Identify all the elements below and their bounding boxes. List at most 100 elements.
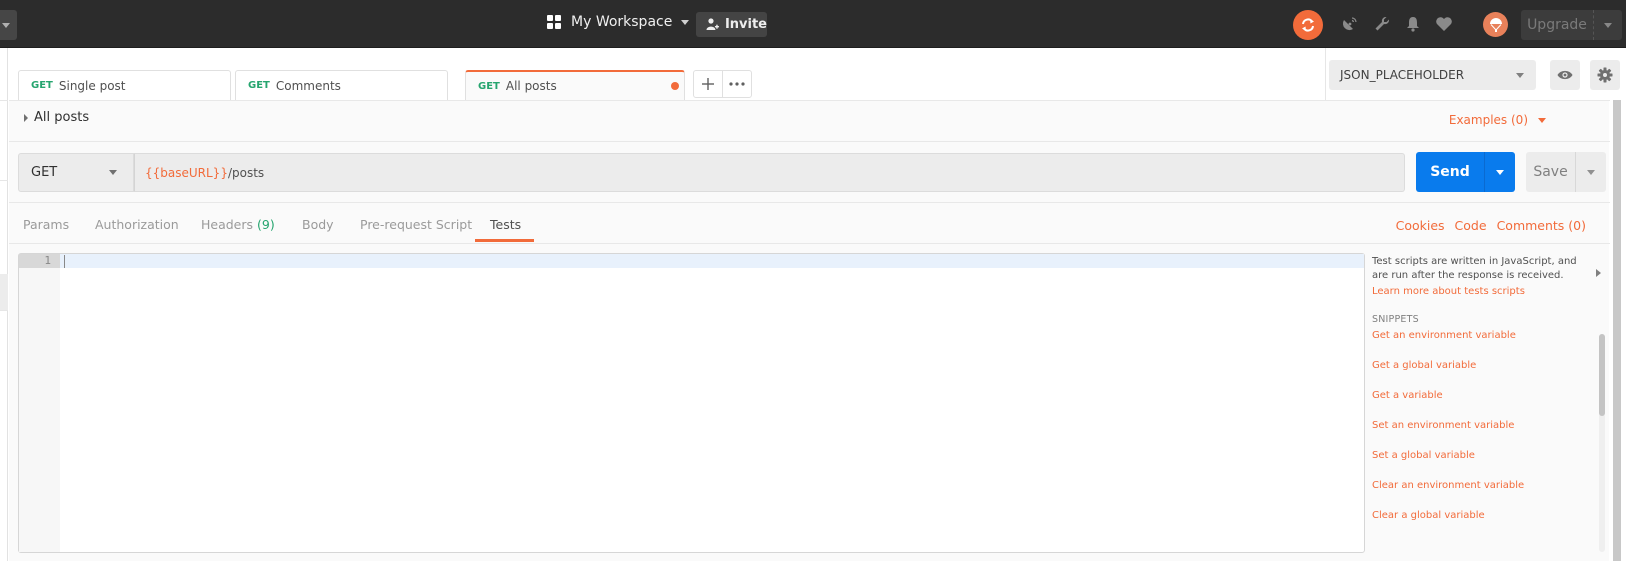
tab-single-post[interactable]: GET Single post (18, 70, 231, 100)
code-link[interactable]: Code (1455, 218, 1487, 233)
bell-icon (1407, 17, 1419, 32)
method-select[interactable]: GET (18, 153, 134, 192)
snippet-item[interactable]: Set an environment variable (1372, 411, 1592, 441)
save-button[interactable]: Save (1526, 152, 1606, 192)
examples-label: Examples (0) (1448, 113, 1528, 127)
upgrade-dropdown-button[interactable] (1594, 10, 1622, 40)
request-name-toggle[interactable]: All posts (24, 110, 89, 125)
subtab-label: Headers (201, 217, 254, 232)
active-tab-indicator (475, 239, 534, 242)
snippet-item[interactable]: Get an environment variable (1372, 321, 1592, 351)
environment-selector[interactable]: JSON_PLACEHOLDER (1329, 60, 1536, 90)
environment-quick-look-button[interactable] (1550, 60, 1580, 90)
page-scrollbar[interactable] (1613, 100, 1621, 561)
notifications-button[interactable] (1403, 14, 1423, 34)
headers-count: (9) (257, 217, 275, 232)
text-cursor (64, 255, 65, 268)
interceptor-button[interactable] (1340, 14, 1360, 34)
url-input[interactable]: {{baseURL}}/posts (134, 153, 1405, 192)
line-number: 1 (19, 254, 60, 268)
tab-label: Single post (58, 78, 126, 93)
send-label: Send (1416, 152, 1485, 192)
subtab-headers[interactable]: Headers (9) (201, 217, 275, 232)
unsaved-indicator (671, 82, 679, 90)
sync-icon (1302, 18, 1314, 32)
sidebar-selected-item[interactable] (0, 274, 8, 310)
tests-description: Test scripts are written in JavaScript, … (1372, 256, 1577, 281)
tab-method: GET (31, 80, 53, 91)
request-links: Cookies Code Comments (0) (1396, 218, 1586, 233)
eye-icon (1557, 70, 1573, 80)
heart-icon (1436, 17, 1452, 31)
url-variable: {{baseURL}} (145, 165, 228, 180)
send-button[interactable]: Send (1416, 152, 1515, 192)
user-plus-icon (706, 18, 719, 30)
chevron-down-icon (1538, 117, 1546, 123)
plus-icon (702, 78, 714, 90)
divider (9, 141, 1610, 142)
upgrade-button[interactable]: Upgrade (1521, 10, 1622, 40)
tab-all-posts[interactable]: GET All posts (465, 70, 685, 100)
snippet-item[interactable]: Set a global variable (1372, 441, 1592, 471)
save-label: Save (1526, 152, 1576, 192)
gear-icon (1597, 67, 1613, 83)
chevron-down-icon (1604, 22, 1612, 28)
subtab-label: Tests (490, 217, 522, 232)
divider (9, 100, 1610, 101)
snippet-item[interactable]: Get a global variable (1372, 351, 1592, 381)
tests-code-editor[interactable]: 1 (18, 253, 1365, 553)
chevron-down-icon (681, 19, 690, 25)
subtab-params[interactable]: Params (23, 217, 69, 232)
environment-label: JSON_PLACEHOLDER (1340, 68, 1465, 82)
workspace-label: My Workspace (571, 14, 673, 30)
chevron-down-icon (1587, 169, 1595, 175)
line-number-gutter: 1 (19, 254, 60, 552)
tab-label: All posts (505, 79, 557, 93)
save-options-button[interactable] (1576, 152, 1606, 192)
divider (9, 243, 1610, 244)
method-label: GET (31, 165, 58, 180)
tab-options-button[interactable] (722, 70, 752, 98)
subtab-tests[interactable]: Tests (490, 217, 521, 232)
snippets-panel: Test scripts are written in JavaScript, … (1372, 255, 1592, 531)
tab-comments[interactable]: GET Comments (235, 70, 448, 100)
snippets-scrollbar[interactable] (1599, 334, 1605, 552)
invite-label: Invite (724, 17, 767, 32)
user-avatar[interactable] (1483, 12, 1508, 37)
sync-button[interactable] (1293, 10, 1323, 40)
workspace-switcher[interactable]: My Workspace (547, 14, 690, 30)
chevron-down-icon (1516, 73, 1524, 78)
tab-label: Comments (275, 78, 341, 93)
invite-button[interactable]: Invite (696, 12, 767, 37)
settings-wrench-button[interactable] (1372, 14, 1392, 34)
learn-more-link[interactable]: Learn more about tests scripts (1372, 285, 1592, 299)
grid-icon (547, 15, 561, 29)
snippet-item[interactable]: Clear an environment variable (1372, 471, 1592, 501)
subtab-authorization[interactable]: Authorization (95, 217, 179, 232)
cookies-link[interactable]: Cookies (1396, 218, 1445, 233)
subtab-pre-request-script[interactable]: Pre-request Script (360, 217, 472, 232)
more-icon (729, 82, 745, 86)
top-bar: My Workspace Invite Upgrade (0, 0, 1626, 48)
tab-method: GET (478, 80, 500, 92)
send-options-button[interactable] (1485, 152, 1515, 192)
manage-environments-button[interactable] (1590, 60, 1620, 90)
subtab-label: Pre-request Script (360, 217, 473, 232)
subtab-label: Body (302, 217, 334, 232)
chevron-down-icon (109, 170, 117, 175)
new-tab-button[interactable] (693, 70, 723, 98)
satellite-icon (1342, 17, 1357, 31)
snippet-item[interactable]: Clear a global variable (1372, 501, 1592, 531)
request-name: All posts (34, 110, 90, 125)
wrench-icon (1375, 16, 1390, 31)
comments-link[interactable]: Comments (0) (1497, 218, 1586, 233)
favorites-button[interactable] (1434, 14, 1454, 34)
collapse-panel-icon[interactable] (1596, 269, 1601, 277)
snippet-item[interactable]: Get a variable (1372, 381, 1592, 411)
active-line (60, 254, 1364, 268)
subtab-body[interactable]: Body (302, 217, 334, 232)
scrollbar-thumb[interactable] (1599, 334, 1605, 416)
sidebar-toggle-button[interactable] (0, 10, 17, 40)
examples-dropdown[interactable]: Examples (0) (1449, 113, 1546, 127)
upgrade-label: Upgrade (1521, 10, 1594, 40)
